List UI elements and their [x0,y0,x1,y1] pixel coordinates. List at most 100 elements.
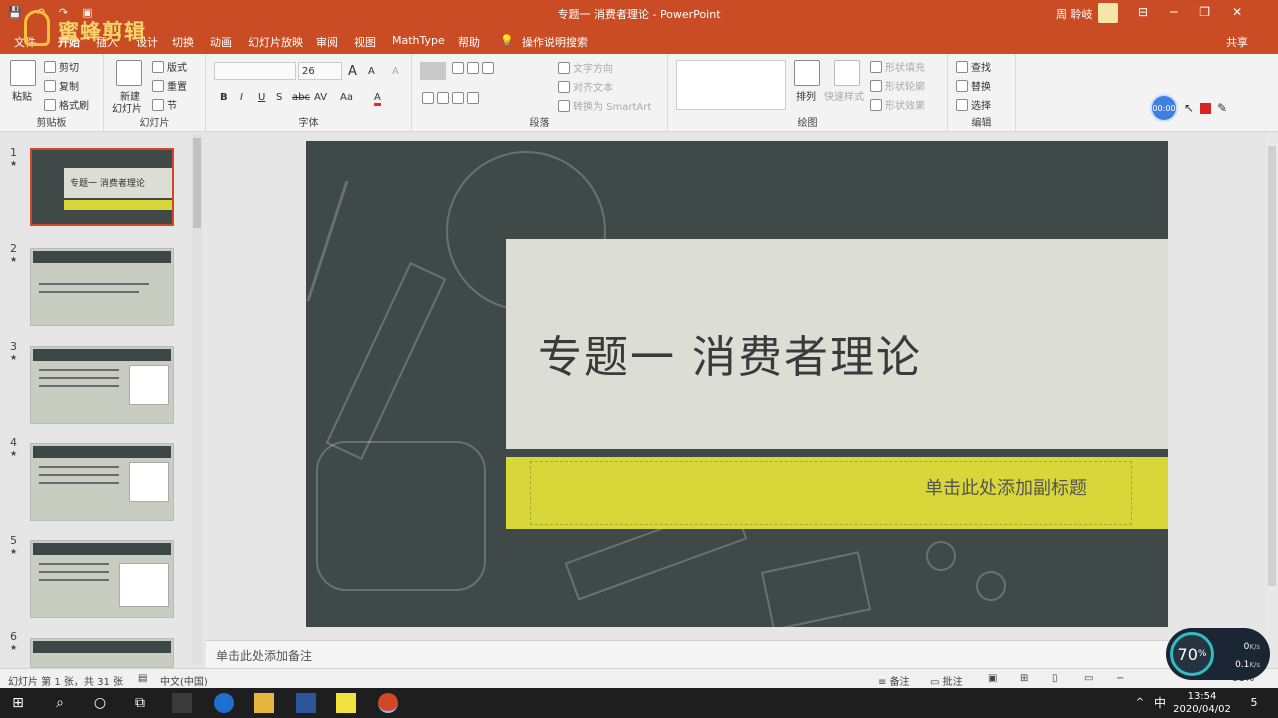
shrink-font-button[interactable]: A [368,66,375,77]
comments-toggle[interactable]: ▭ 批注 [930,673,963,688]
notes-placeholder[interactable]: 单击此处添加备注 [216,647,312,664]
italic-button[interactable]: I [240,92,243,103]
close-button[interactable]: ✕ [1232,5,1242,19]
tab-slideshow[interactable]: 幻灯片放映 [248,34,303,50]
editor-scrollbar[interactable] [1266,132,1278,668]
tray-up-arrow-icon[interactable]: ^ [1130,693,1150,713]
subtitle-placeholder-box[interactable]: 单击此处添加副标题 [530,461,1132,525]
start-icon[interactable]: ⊞ [8,693,28,713]
thumbnails-scrollbar[interactable] [192,134,202,664]
avatar[interactable] [1098,3,1118,23]
store-icon[interactable] [172,693,192,713]
paste-button[interactable]: 粘贴 [12,88,32,103]
slide-sorter-icon[interactable]: ⊞ [1020,673,1028,684]
record-timer[interactable]: 00:00 [1150,94,1178,122]
notes-pane[interactable]: 单击此处添加备注 [206,640,1266,668]
ribbon-display-icon[interactable]: ⊟ [1138,5,1148,19]
reading-view-icon[interactable]: ▯ [1052,673,1058,684]
ime-indicator[interactable]: 中 [1150,693,1170,713]
tell-me-search[interactable]: 操作说明搜索 [522,34,588,50]
cortana-icon[interactable]: ○ [90,693,110,713]
grow-font-button[interactable]: A [348,64,357,79]
smartart-button[interactable]: 转换为 SmartArt [558,98,651,113]
slideshow-view-icon[interactable]: ▭ [1084,673,1093,684]
current-slide[interactable]: 专题一 消费者理论 单击此处添加副标题 [306,141,1168,627]
new-slide-icon[interactable] [116,60,142,86]
shapes-gallery[interactable] [676,60,786,110]
reset-button[interactable]: 重置 [152,78,187,93]
quick-styles-icon[interactable] [834,60,860,86]
strike-button[interactable]: abc [292,92,310,103]
align-buttons[interactable] [422,92,482,105]
subtitle-placeholder[interactable]: 单击此处添加副标题 [925,474,1087,500]
slide-thumbnail-1[interactable]: 专题一 消费者理论 [30,148,174,226]
notes-toggle[interactable]: ≡ 备注 [878,673,910,688]
clear-format-button[interactable]: A [392,66,399,77]
tab-view[interactable]: 视图 [354,34,376,50]
restore-button[interactable]: ❐ [1199,5,1210,19]
replace-button[interactable]: 替换 [956,78,991,93]
spellcheck-icon[interactable]: ▤ [138,673,147,684]
tab-animations[interactable]: 动画 [210,34,232,50]
paste-icon[interactable] [10,60,36,86]
arrange-icon[interactable] [794,60,820,86]
user-name[interactable]: 周 聆岐 [1056,6,1093,22]
slide-thumbnail-2[interactable] [30,248,174,326]
new-slide-button-line2[interactable]: 幻灯片 [112,100,142,115]
change-case-button[interactable]: Aa [340,92,353,103]
normal-view-icon[interactable]: ▣ [988,673,997,684]
scroll-thumb[interactable] [193,138,201,228]
powerpoint-icon[interactable] [378,693,398,713]
font-family-box[interactable] [214,62,296,80]
slide-thumbnail-5[interactable] [30,540,174,618]
bold-button[interactable]: B [220,92,228,103]
bullets-button[interactable] [420,62,446,80]
section-button[interactable]: 节 [152,97,177,112]
tab-mathtype[interactable]: MathType [392,34,445,47]
file-explorer-icon[interactable] [254,693,274,713]
list-buttons[interactable] [452,62,532,80]
quick-styles-button[interactable]: 快速样式 [824,88,864,103]
search-icon[interactable]: ⌕ [50,693,70,713]
arrange-button[interactable]: 排列 [796,88,816,103]
char-spacing-button[interactable]: AV [314,92,327,103]
usage-gauge: 70% [1170,632,1214,676]
slide-thumbnail-6[interactable] [30,638,174,668]
tab-review[interactable]: 审阅 [316,34,338,50]
shape-fill-button[interactable]: 形状填充 [870,59,925,74]
shape-effects-button[interactable]: 形状效果 [870,97,925,112]
font-color-button[interactable]: A [374,92,381,106]
layout-button[interactable]: 版式 [152,59,187,74]
slide-thumbnail-3[interactable] [30,346,174,424]
cut-button[interactable]: 剪切 [44,59,79,74]
share-button[interactable]: 共享 [1226,34,1248,50]
minimize-button[interactable]: ─ [1170,5,1177,19]
sticky-notes-icon[interactable] [336,693,356,713]
zoom-out-button[interactable]: − [1116,673,1124,684]
shadow-button[interactable]: S [276,92,282,103]
title-placeholder-box[interactable]: 专题一 消费者理论 [506,239,1168,449]
slide-thumbnail-4[interactable] [30,443,174,521]
notification-center-icon[interactable]: 5 [1244,693,1264,713]
font-size-box[interactable]: 26 [298,62,342,80]
underline-button[interactable]: U [258,92,265,103]
taskbar-clock[interactable]: 13:54 2020/04/02 [1170,690,1234,716]
stop-record-icon[interactable] [1200,102,1212,114]
layout-icon [152,61,164,73]
tab-help[interactable]: 帮助 [458,34,480,50]
align-text-button[interactable]: 对齐文本 [558,79,613,94]
slide-title[interactable]: 专题一 消费者理论 [538,321,922,385]
slides-group-label: 幻灯片 [139,118,170,129]
copy-button[interactable]: 复制 [44,78,79,93]
select-button[interactable]: 选择 [956,97,991,112]
text-direction-button[interactable]: 文字方向 [558,60,613,75]
word-icon[interactable] [296,693,316,713]
shape-outline-button[interactable]: 形状轮廓 [870,78,925,93]
pen-icon[interactable]: ✎ [1217,101,1227,115]
language-indicator[interactable]: 中文(中国) [160,673,208,688]
format-painter-button[interactable]: 格式刷 [44,97,89,112]
edge-icon[interactable] [214,693,234,713]
task-view-icon[interactable]: ⧉ [130,693,150,713]
find-button[interactable]: 查找 [956,59,991,74]
scroll-thumb[interactable] [1268,146,1276,586]
